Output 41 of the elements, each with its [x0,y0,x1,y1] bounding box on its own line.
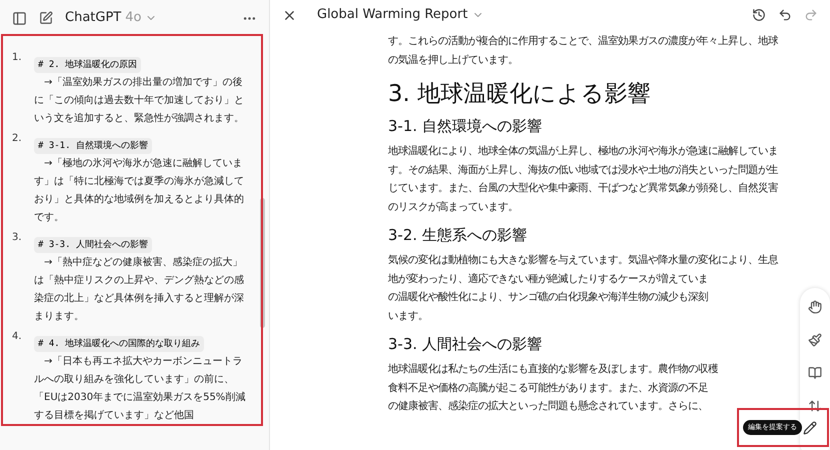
body-text: の気温を押し上げています。 [388,52,518,68]
list-number: 4. [12,330,23,344]
undo-icon[interactable] [778,8,792,22]
body-text: います。 [388,308,428,324]
brush-icon[interactable] [808,333,822,347]
body-text: の温暖化や酸性化により、サンゴ礁の白化現象や海洋生物の減少も深刻 [388,290,708,305]
list-number: 3. [12,231,23,245]
body-text: 地球温暖化は私たちの生活にも直接的な影響を及ぼします。農作物の収穫 [388,362,718,377]
new-chat-icon[interactable] [39,11,53,25]
app-name: ChatGPT [65,9,122,28]
body-text: 食料不足や価格の高騰が起こる可能性があります。また、水資源の不足 [388,380,708,396]
suggestion-text: →「日本も再エネ拡大やカーボンニュートラルへの取り組みを強化しています」の前に、「EUは2030年までに温室効果ガスを55%削減する目標を掲げています」など他国 [34,354,246,423]
suggestion-text: →「熱中症などの健康被害、感染症の拡大」は「熱中症リスクの上昇や、デング熱などの感染症の北上」など具体例を挿入すると理解が深まります。 [34,256,245,324]
pencil-icon[interactable] [803,420,817,434]
book-icon[interactable] [808,366,822,380]
list-number: 1. [12,51,23,65]
code-chip: # 2. 地球温暖化の原因 [34,57,142,73]
list-number: 2. [12,132,23,146]
section-heading: 3. 地球温暖化による影響 [388,80,650,109]
body-text: の健康被害、感染症の拡大といった問題も懸念されています。さらに、 [388,399,708,414]
sidebar-toggle-icon[interactable] [12,10,27,26]
subsection-heading: 3-3. 人間社会への影響 [388,334,542,355]
subsection-heading: 3-1. 自然環境への影響 [388,116,542,137]
body-text: じています。また、台風の大型化や集中豪雨、干ばつなど異常気象が頻発し、自然災害 [388,181,778,196]
history-icon[interactable] [752,8,766,22]
suggestion-text: →「極地の氷河や海氷が急速に融解しています」は「特に北極海では夏季の海氷が急減しており」と具体的な地域例を加えるとより具体的です。 [34,156,245,225]
body-text: す。その結果、海面が上昇し、海抜の低い地域では浸水や土地の消失といった問題が生 [388,162,778,178]
body-text: 気候の変化は動植物にも大きな影響を与えています。気温や降水量の変化により、生息 [388,253,778,268]
body-text: 地が変わったり、適応できない種が絶滅したりするケースが増えていま [388,272,708,286]
code-chip: # 3-3. 人間社会への影響 [34,237,152,253]
body-text: 地球温暖化により、地球全体の気温が上昇し、極地の氷河や海氷が急速に融解していま [388,144,778,159]
code-chip: # 4. 地球温暖化への国際的な取り組み [34,336,204,352]
code-chip: # 3-1. 自然環境への影響 [34,138,152,154]
document-title: Global Warming Report [317,6,468,24]
model-name[interactable]: 4o [125,8,142,28]
body-text: のリスクが高まっています。 [388,200,518,214]
text-length-icon[interactable] [808,399,822,413]
suggestion-text: →「温室効果ガスの排出量の増加です」の後に「この傾向は過去数十年で加速しており」という文を追加すると、緊急性が強調されます。 [34,76,245,126]
hand-icon[interactable] [808,300,822,314]
body-text: す。これらの活動が複合的に作用することで、温室効果ガスの濃度が年々上昇し、地球 [388,34,778,49]
subsection-heading: 3-2. 生態系への影響 [388,225,528,246]
